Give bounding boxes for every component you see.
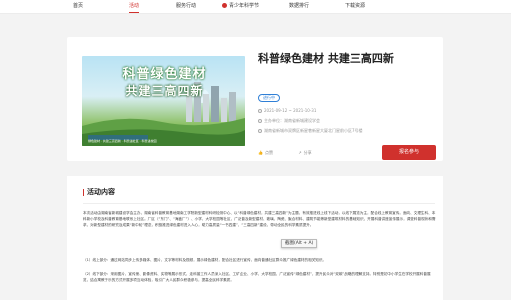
activity-address-row: 湖南省新城市双牌区新星巷新星大厦北门星前小区7号楼 [258, 127, 363, 134]
nav-item-downloads[interactable]: 下载资源 [345, 2, 365, 13]
banner-footer-text: 绿色建材 · 共建三高四新 · 科普进社区 · 科普进校园 [88, 139, 157, 143]
share-label: 分享 [303, 150, 312, 155]
activity-date: 2021-09-12 ~ 2021-10-31 [264, 108, 317, 113]
content-intro: 本次活动由湖南省新城建设学会主办，湖南省科普教育基地湖南工学院新型建材科研检测中… [83, 211, 436, 227]
content-item-1: （1）线上部分：通过网站同步上传多媒体、图片、文字等材料及视频，展示绿色建材，配… [83, 258, 327, 262]
nav-item-ranking[interactable]: 数据排行 [289, 2, 309, 13]
join-button[interactable]: 报名参与 [382, 145, 436, 160]
activity-organizer-row: 主办单位：湖南省新城建设学会 [258, 117, 320, 124]
thumbs-up-icon: 👍 [258, 150, 263, 155]
share-button[interactable]: ↗ 分享 [298, 150, 323, 155]
nav-item-youth-science-label: 青少年科学节 [229, 3, 260, 9]
youth-science-icon [222, 2, 227, 8]
activity-content-section: 活动内容 本次活动由湖南省新城建设学会主办，湖南省科普教育基地湖南工学院新型建材… [67, 176, 443, 300]
activity-banner-image: 科普绿色建材 共建三高四新 绿色建材 · 共建三高四新 · 科普进社区 · 科普… [82, 56, 245, 146]
screenshot-tooltip: 截图(Alt + A) [281, 239, 318, 248]
activity-date-row: 2021-09-12 ~ 2021-10-31 [258, 107, 316, 114]
section-divider [83, 203, 435, 204]
activity-actions: 👍 点赞 ↗ 分享 [258, 149, 336, 156]
like-label: 点赞 [264, 150, 273, 155]
nav-item-youth-science[interactable]: 青少年科学节 [222, 2, 259, 13]
nav-item-service[interactable]: 服务行动 [176, 2, 196, 13]
activity-organizer: 主办单位：湖南省新城建设学会 [264, 118, 320, 123]
top-nav: 首页 活动 服务行动 青少年科学节 数据排行 下载资源 [0, 0, 511, 14]
share-icon: ↗ [298, 150, 302, 155]
status-badge: 进行中 [258, 94, 280, 102]
section-title: 活动内容 [83, 189, 115, 196]
banner-title: 科普绿色建材 [122, 67, 207, 82]
activity-address: 湖南省新城市双牌区新星巷新星大厦北门星前小区7号楼 [264, 128, 363, 133]
nav-item-activity[interactable]: 活动 [129, 2, 140, 13]
banner-subtitle: 共建三高四新 [125, 84, 204, 98]
clock-icon [258, 108, 262, 113]
nav-item-home[interactable]: 首页 [73, 2, 83, 13]
like-button[interactable]: 👍 点赞 [258, 150, 285, 155]
organizer-icon [258, 118, 262, 123]
activity-card: 科普绿色建材 共建三高四新 绿色建材 · 共建三高四新 · 科普进社区 · 科普… [67, 37, 443, 161]
location-pin-icon [258, 128, 262, 133]
content-item-2: （2）线下部分：采用图片、宣传册、影像资料、实物等展示形式，走科普工作人员深入社… [83, 272, 431, 282]
activity-title: 科普绿色建材 共建三高四新 [258, 52, 394, 65]
